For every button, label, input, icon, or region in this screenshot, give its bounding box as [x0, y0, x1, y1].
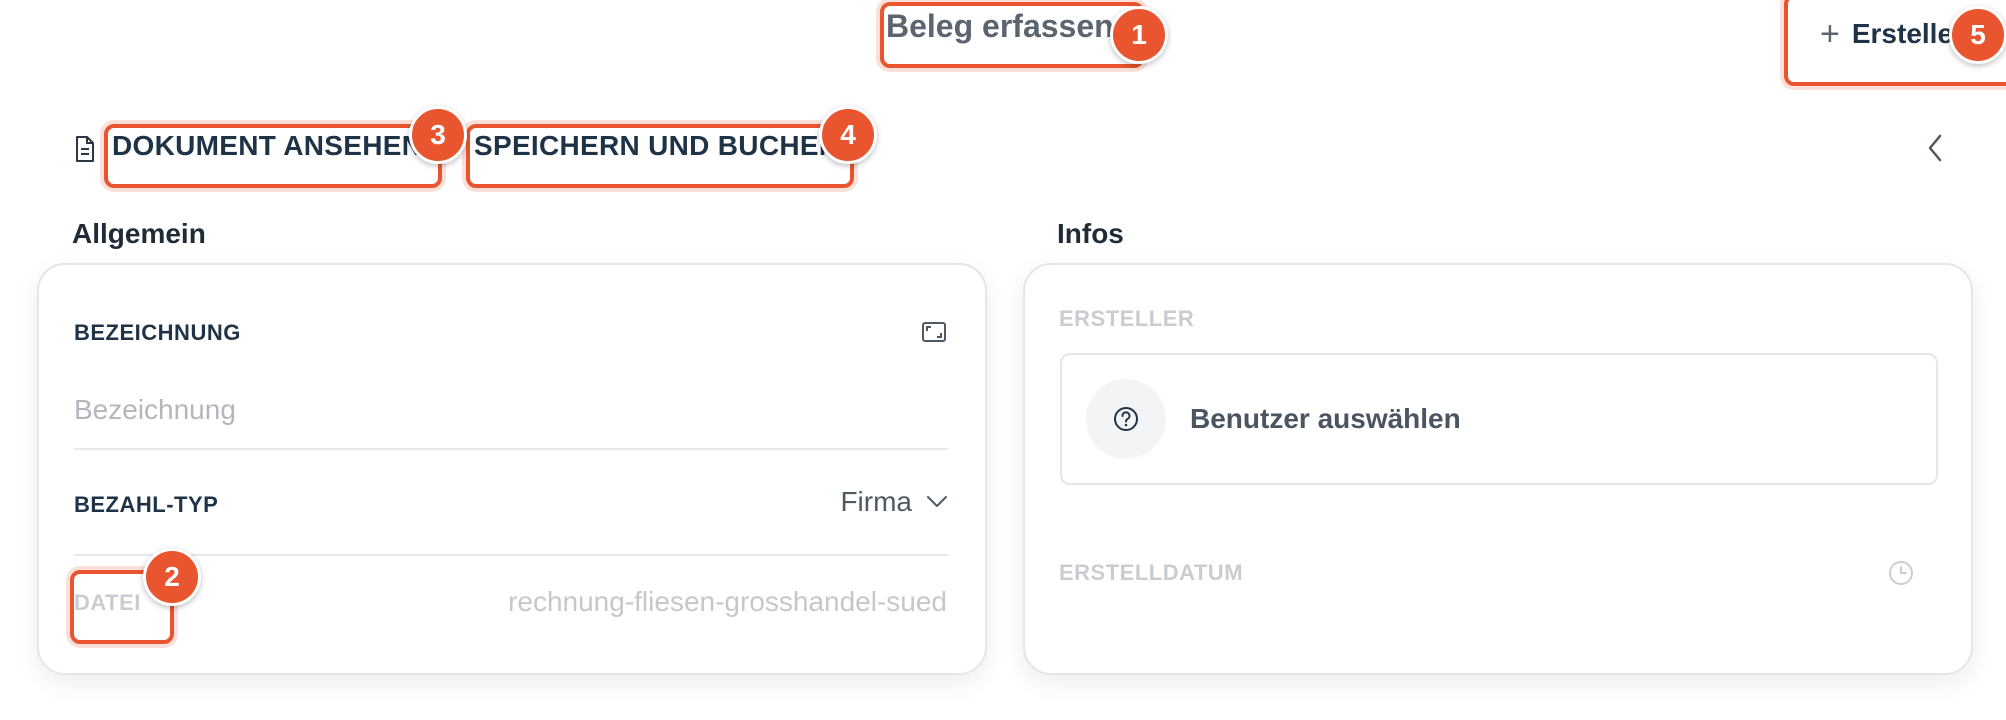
document-icon: [76, 136, 94, 162]
expand-icon[interactable]: [922, 322, 946, 342]
divider: [74, 554, 948, 556]
user-picker-placeholder: Benutzer auswählen: [1190, 403, 1461, 434]
annotation-marker: 5: [1949, 6, 2006, 64]
designation-input[interactable]: [74, 390, 948, 430]
chevron-left-icon[interactable]: [1924, 132, 1946, 164]
annotation-marker: 4: [819, 106, 877, 164]
help-circle-icon: [1114, 407, 1138, 431]
created-date-label: ERSTELLDATUM: [1059, 560, 1244, 585]
user-picker[interactable]: Benutzer auswählen: [1060, 353, 1938, 485]
info-section-title: Infos: [1057, 218, 1124, 249]
file-value: rechnung-fliesen-grosshandel-sued: [508, 586, 947, 617]
annotation-highlight: [466, 124, 854, 188]
annotation-highlight: [880, 2, 1144, 68]
designation-label: BEZEICHNUNG: [74, 320, 241, 345]
avatar: [1086, 379, 1166, 459]
creator-label: ERSTELLER: [1059, 306, 1195, 331]
annotation-marker: 3: [409, 106, 467, 164]
annotation-marker: 1: [1110, 6, 1168, 64]
chevron-down-icon: [927, 496, 947, 507]
annotation-marker: 2: [143, 548, 201, 606]
payment-type-value: Firma: [840, 486, 912, 517]
general-section-title: Allgemein: [72, 218, 206, 249]
clock-icon: [1889, 561, 1913, 585]
payment-type-label: BEZAHL-TYP: [74, 492, 219, 517]
divider: [74, 448, 948, 450]
annotation-highlight: [104, 124, 442, 188]
payment-type-select[interactable]: Firma: [840, 486, 948, 518]
